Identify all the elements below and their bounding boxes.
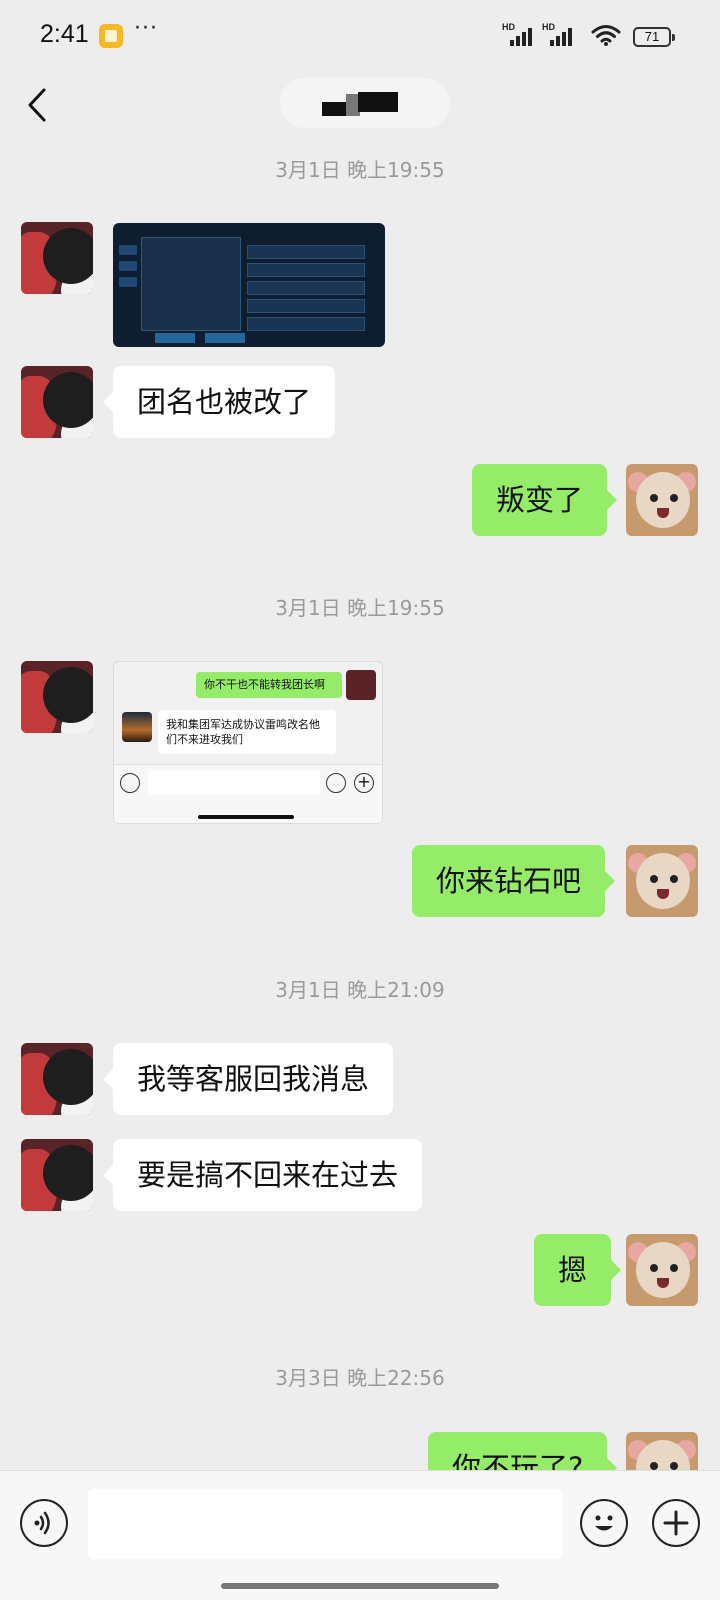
message-bubble-sent[interactable]: 摁 bbox=[534, 1234, 622, 1306]
contact-avatar[interactable] bbox=[21, 366, 93, 438]
message-timestamp: 3月1日 晚上21:09 bbox=[275, 978, 445, 1002]
home-indicator[interactable] bbox=[221, 1583, 499, 1589]
message-bubble-received[interactable]: 我等客服回我消息 bbox=[102, 1043, 394, 1115]
message-timestamp: 3月1日 晚上19:55 bbox=[275, 596, 445, 620]
message-timestamp: 3月1日 晚上19:55 bbox=[275, 158, 445, 182]
game-screenshot-image[interactable] bbox=[113, 223, 385, 347]
chevron-left-icon bbox=[28, 88, 46, 122]
my-avatar[interactable] bbox=[626, 464, 698, 536]
message-bubble-sent[interactable]: 叛变了 bbox=[472, 464, 618, 536]
status-time: 2:41 bbox=[40, 20, 89, 48]
emoji-button[interactable] bbox=[580, 1499, 628, 1547]
chat-header bbox=[0, 70, 720, 150]
message-timestamp: 3月3日 晚上22:56 bbox=[275, 1366, 445, 1390]
contact-avatar[interactable] bbox=[21, 1139, 93, 1211]
more-actions-button[interactable] bbox=[652, 1499, 700, 1547]
voice-input-button[interactable] bbox=[20, 1499, 68, 1547]
back-button[interactable] bbox=[18, 84, 58, 130]
more-notifications-icon: ··· bbox=[134, 16, 158, 41]
message-bubble-received[interactable]: 团名也被改了 bbox=[102, 366, 336, 438]
voice-icon bbox=[34, 1511, 50, 1535]
screenshot-received-text: 我和集团军达成协议雷鸣改名他们不来进攻我们 bbox=[158, 710, 336, 754]
plus-icon bbox=[663, 1510, 689, 1536]
screenshot-sent-text: 你不干也不能转我团长啊 bbox=[196, 672, 342, 698]
contact-avatar[interactable] bbox=[21, 222, 93, 294]
message-input-bar bbox=[0, 1470, 720, 1600]
message-bubble-sent[interactable]: 你来钻石吧 bbox=[412, 845, 616, 917]
my-avatar[interactable] bbox=[626, 1234, 698, 1306]
notification-app-icon bbox=[99, 24, 123, 48]
my-avatar[interactable] bbox=[626, 845, 698, 917]
contact-avatar[interactable] bbox=[21, 1043, 93, 1115]
message-bubble-received[interactable]: 要是搞不回来在过去 bbox=[102, 1139, 423, 1211]
wifi-icon bbox=[591, 25, 621, 46]
emoji-icon bbox=[595, 1515, 613, 1531]
cellular-signal-icon-2: HD bbox=[542, 22, 582, 48]
chat-screenshot-image[interactable]: 你不干也不能转我团长啊 我和集团军达成协议雷鸣改名他们不来进攻我们 + bbox=[113, 661, 383, 824]
message-text-input[interactable] bbox=[88, 1489, 562, 1559]
cellular-signal-icon: HD bbox=[502, 22, 542, 48]
redacted-title-icon bbox=[322, 92, 402, 118]
contact-avatar[interactable] bbox=[21, 661, 93, 733]
hd-label: HD bbox=[502, 22, 515, 32]
status-bar: 2:41 ··· HD HD 71 bbox=[0, 0, 720, 70]
hd-label-2: HD bbox=[542, 22, 555, 32]
battery-icon: 71 bbox=[633, 27, 675, 47]
